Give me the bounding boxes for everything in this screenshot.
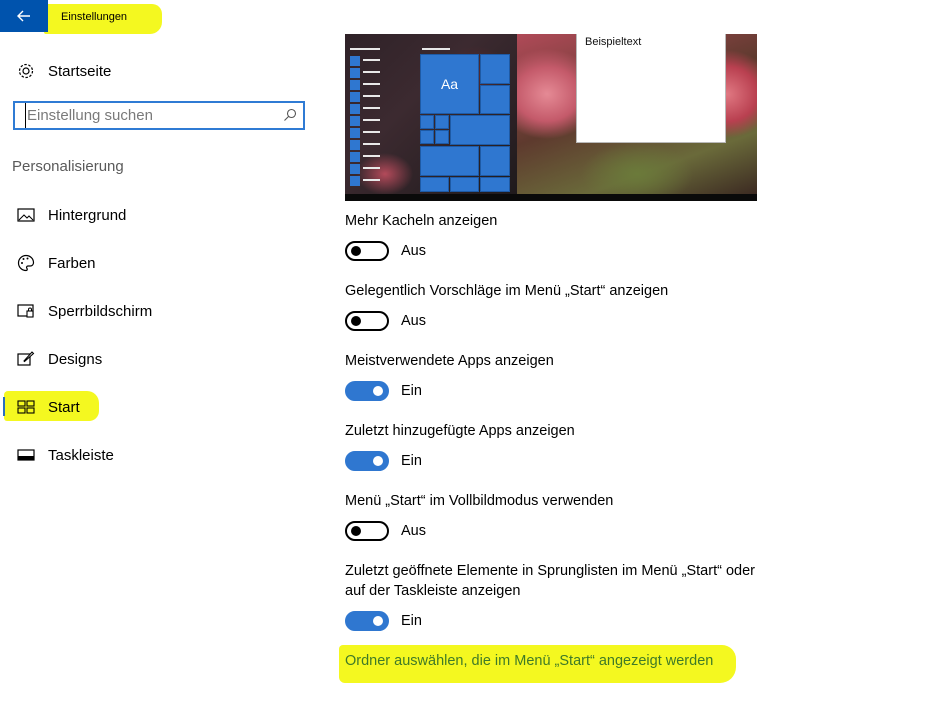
toggle-state-text: Ein xyxy=(401,613,422,629)
preview-sample-text: Beispieltext xyxy=(585,36,642,48)
toggle-fullscreen[interactable] xyxy=(345,521,389,541)
toggle-knob xyxy=(373,616,383,626)
section-heading: Personalisierung xyxy=(12,158,124,175)
toggle-recently-added[interactable] xyxy=(345,451,389,471)
lock-screen-icon xyxy=(16,301,36,321)
start-tiles-icon xyxy=(16,397,36,417)
nav-item-hintergrund[interactable]: Hintergrund xyxy=(0,195,330,235)
toggle-state-text: Aus xyxy=(401,243,426,259)
nav-item-label: Taskleiste xyxy=(48,446,114,464)
search-box[interactable]: Einstellung suchen xyxy=(13,101,305,130)
preview-tile xyxy=(420,177,449,192)
nav-item-designs[interactable]: Designs xyxy=(0,339,330,379)
toggle-knob xyxy=(351,316,361,326)
preview-tile xyxy=(450,177,479,192)
toggle-knob xyxy=(373,456,383,466)
window-title: Einstellungen xyxy=(61,11,128,23)
setting-more-tiles-label: Mehr Kacheln anzeigen xyxy=(345,213,498,229)
preview-tile-large: Aa xyxy=(420,54,479,114)
gear-icon xyxy=(16,61,36,81)
nav-item-label: Sperrbildschirm xyxy=(48,302,153,320)
preview-app-list xyxy=(350,48,382,192)
picture-icon xyxy=(16,205,36,225)
back-arrow-icon xyxy=(17,10,30,22)
toggle-knob xyxy=(351,526,361,536)
toggle-jumplists[interactable] xyxy=(345,611,389,631)
nav-home[interactable]: Startseite xyxy=(0,51,330,91)
toggle-state-text: Aus xyxy=(401,313,426,329)
brush-icon xyxy=(16,349,36,369)
toggle-more-tiles[interactable] xyxy=(345,241,389,261)
preview-tile xyxy=(420,115,434,129)
setting-suggestions-label: Gelegentlich Vorschläge im Menü „Start“ … xyxy=(345,283,669,299)
nav-item-taskleiste[interactable]: Taskleiste xyxy=(0,435,330,475)
toggle-knob xyxy=(373,386,383,396)
search-icon[interactable] xyxy=(283,108,297,122)
preview-tile-text: Aa xyxy=(440,76,459,92)
preview-tile xyxy=(480,85,510,114)
setting-recently-added-label: Zuletzt hinzugefügte Apps anzeigen xyxy=(345,423,575,439)
setting-fullscreen-label: Menü „Start“ im Vollbildmodus verwenden xyxy=(345,493,614,509)
preview-tile xyxy=(435,130,449,144)
toggle-state-text: Aus xyxy=(401,523,426,539)
toggle-knob xyxy=(351,246,361,256)
setting-most-used-label: Meistverwendete Apps anzeigen xyxy=(345,353,554,369)
search-input[interactable]: Einstellung suchen xyxy=(25,103,153,128)
preview-tile xyxy=(480,177,510,192)
taskbar-icon xyxy=(16,445,36,465)
preview-tile xyxy=(420,130,434,144)
preview-tile xyxy=(480,146,510,176)
setting-jumplists-label-line1: Zuletzt geöffnete Elemente in Sprunglist… xyxy=(345,563,755,579)
nav-item-label: Designs xyxy=(48,350,103,368)
nav-item-start[interactable]: Start xyxy=(0,387,330,427)
preview-taskbar xyxy=(345,194,757,201)
nav-item-sperrbildschirm[interactable]: Sperrbildschirm xyxy=(0,291,330,331)
preview-list-header xyxy=(350,48,380,50)
preview-tiles-header xyxy=(422,48,450,50)
nav-home-label: Startseite xyxy=(48,62,112,80)
nav-item-farben[interactable]: Farben xyxy=(0,243,330,283)
toggle-most-used[interactable] xyxy=(345,381,389,401)
nav-item-label: Farben xyxy=(48,254,96,272)
start-preview: Aa Beispieltext xyxy=(345,34,757,201)
preview-tile xyxy=(480,54,510,84)
toggle-state-text: Ein xyxy=(401,383,422,399)
preview-tile xyxy=(450,115,510,145)
setting-jumplists-label-line2: auf der Taskleiste anzeigen xyxy=(345,583,521,599)
preview-sample-window: Beispieltext xyxy=(577,34,725,142)
preview-tile xyxy=(420,146,479,176)
choose-folders-link[interactable]: Ordner auswählen, die im Menü „Start“ an… xyxy=(345,653,713,669)
nav-item-label: Hintergrund xyxy=(48,206,127,224)
nav-item-label: Start xyxy=(48,398,80,416)
palette-icon xyxy=(16,253,36,273)
back-button[interactable] xyxy=(0,0,48,32)
preview-tile xyxy=(435,115,449,129)
toggle-suggestions[interactable] xyxy=(345,311,389,331)
toggle-state-text: Ein xyxy=(401,453,422,469)
